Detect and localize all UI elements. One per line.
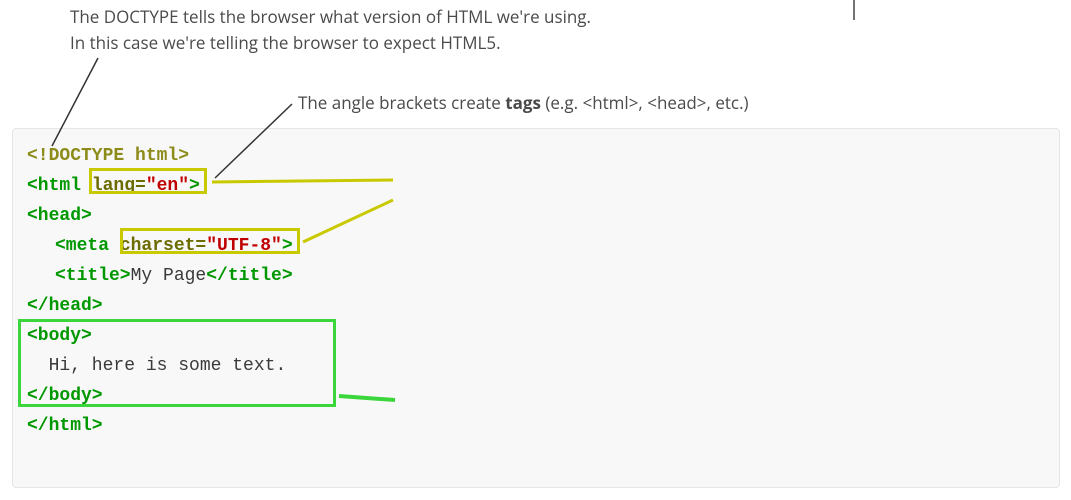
- annotation-doctype: The DOCTYPE tells the browser what versi…: [70, 4, 720, 55]
- highlight-body: [18, 319, 336, 407]
- annotation-doctype-line2: In this case we're telling the browser t…: [70, 31, 501, 54]
- code-line-title: <title>My Page</title>: [27, 261, 1045, 291]
- annotation-doctype-line1: The DOCTYPE tells the browser what versi…: [70, 5, 591, 28]
- annotation-tags: The angle brackets create tags (e.g. <ht…: [298, 90, 749, 116]
- code-line-head-close: </head>: [27, 291, 1045, 321]
- code-line-head-open: <head>: [27, 201, 1045, 231]
- code-line-html-close: </html>: [27, 411, 1045, 441]
- highlight-charset-attr: [120, 228, 300, 254]
- code-line-doctype: <!DOCTYPE html>: [27, 141, 1045, 171]
- highlight-lang-attr: [89, 168, 207, 194]
